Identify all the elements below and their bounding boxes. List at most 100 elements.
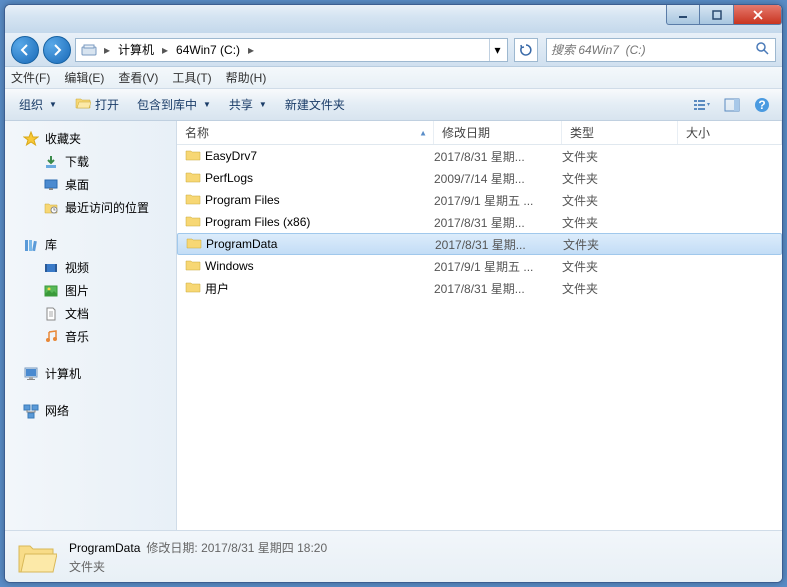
chevron-right-icon[interactable]: ▸ — [100, 43, 114, 57]
address-dropdown[interactable]: ▾ — [489, 39, 505, 61]
file-row[interactable]: Windows2017/9/1 星期五 ...文件夹 — [177, 255, 782, 277]
file-name: PerfLogs — [205, 171, 253, 185]
file-modified: 2017/8/31 星期... — [435, 236, 563, 253]
folder-icon — [185, 170, 201, 187]
file-row[interactable]: Program Files 2017/9/1 星期五 ...文件夹 — [177, 189, 782, 211]
file-type: 文件夹 — [562, 280, 678, 297]
include-library-button[interactable]: 包含到库中▼ — [131, 93, 217, 116]
sidebar-computer[interactable]: 计算机 — [5, 362, 176, 385]
details-type: 文件夹 — [69, 558, 327, 575]
sidebar-computer-label: 计算机 — [45, 365, 81, 382]
preview-pane-button[interactable] — [720, 93, 744, 117]
navigation-pane: 收藏夹 下载 桌面 最近访问的位置 库 视频 图片 文档 音乐 计算机 — [5, 121, 177, 530]
help-button[interactable]: ? — [750, 93, 774, 117]
menu-file[interactable]: 文件(F) — [11, 69, 50, 86]
file-type: 文件夹 — [563, 236, 679, 253]
file-row[interactable]: Program Files (x86) 2017/8/31 星期...文件夹 — [177, 211, 782, 233]
file-name: EasyDrv7 — [205, 149, 257, 163]
column-modified[interactable]: 修改日期 — [434, 121, 562, 144]
recent-icon — [43, 200, 59, 216]
forward-button[interactable] — [43, 36, 71, 64]
menu-view[interactable]: 查看(V) — [118, 69, 158, 86]
menu-edit[interactable]: 编辑(E) — [64, 69, 104, 86]
file-type: 文件夹 — [562, 192, 678, 209]
svg-text:?: ? — [758, 98, 765, 112]
sidebar-favorites[interactable]: 收藏夹 — [5, 127, 176, 150]
details-pane: ProgramData修改日期: 2017/8/31 星期四 18:20 文件夹 — [5, 530, 782, 582]
refresh-button[interactable] — [514, 38, 538, 62]
file-name: Windows — [205, 259, 254, 273]
sort-indicator-icon: ▲ — [419, 128, 427, 137]
folder-icon — [185, 148, 201, 165]
folder-icon — [185, 214, 201, 231]
column-type[interactable]: 类型 — [562, 121, 678, 144]
command-bar: 组织▼ 打开 包含到库中▼ 共享▼ 新建文件夹 ? — [5, 89, 782, 121]
sidebar-item-recent[interactable]: 最近访问的位置 — [5, 196, 176, 219]
file-type: 文件夹 — [562, 170, 678, 187]
menu-help[interactable]: 帮助(H) — [226, 69, 267, 86]
chevron-right-icon[interactable]: ▸ — [244, 43, 258, 57]
close-button[interactable] — [734, 5, 782, 25]
search-box[interactable] — [546, 38, 776, 62]
search-icon[interactable] — [755, 41, 771, 58]
file-row[interactable]: ProgramData 2017/8/31 星期...文件夹 — [177, 233, 782, 255]
sidebar-item-videos[interactable]: 视频 — [5, 256, 176, 279]
folder-icon — [185, 280, 201, 297]
file-modified: 2017/8/31 星期... — [434, 280, 562, 297]
file-modified: 2017/8/31 星期... — [434, 148, 562, 165]
pictures-icon — [43, 283, 59, 299]
explorer-window: ▸ 计算机 ▸ 64Win7 (C:) ▸ ▾ 文件(F) 编辑(E) 查看(V… — [4, 4, 783, 583]
folder-icon — [15, 536, 57, 578]
download-icon — [43, 154, 59, 170]
drive-icon — [80, 41, 98, 59]
menu-bar: 文件(F) 编辑(E) 查看(V) 工具(T) 帮助(H) — [5, 67, 782, 89]
navigation-bar: ▸ 计算机 ▸ 64Win7 (C:) ▸ ▾ — [5, 33, 782, 67]
file-name: Program Files — [205, 193, 280, 207]
video-icon — [43, 260, 59, 276]
breadcrumb-computer[interactable]: 计算机 — [114, 41, 158, 58]
titlebar — [5, 5, 782, 33]
file-list-pane: 名称▲ 修改日期 类型 大小 EasyDrv72017/8/31 星期...文件… — [177, 121, 782, 530]
file-row[interactable]: 用户2017/8/31 星期...文件夹 — [177, 277, 782, 299]
file-list[interactable]: EasyDrv72017/8/31 星期...文件夹PerfLogs2009/7… — [177, 145, 782, 530]
star-icon — [23, 131, 39, 147]
file-modified: 2017/9/1 星期五 ... — [434, 192, 562, 209]
sidebar-item-music[interactable]: 音乐 — [5, 325, 176, 348]
chevron-right-icon[interactable]: ▸ — [158, 43, 172, 57]
libraries-icon — [23, 237, 39, 253]
computer-icon — [23, 366, 39, 382]
new-folder-button[interactable]: 新建文件夹 — [279, 93, 351, 116]
file-name: Program Files (x86) — [205, 215, 310, 229]
maximize-button[interactable] — [700, 5, 734, 25]
folder-icon — [185, 192, 201, 209]
search-input[interactable] — [551, 43, 755, 57]
details-name: ProgramData — [69, 541, 140, 555]
file-name: ProgramData — [206, 237, 277, 251]
share-button[interactable]: 共享▼ — [223, 93, 273, 116]
file-modified: 2017/8/31 星期... — [434, 214, 562, 231]
file-row[interactable]: EasyDrv72017/8/31 星期...文件夹 — [177, 145, 782, 167]
file-row[interactable]: PerfLogs2009/7/14 星期...文件夹 — [177, 167, 782, 189]
column-name[interactable]: 名称▲ — [177, 121, 434, 144]
sidebar-libraries-label: 库 — [45, 236, 57, 253]
breadcrumb-drive[interactable]: 64Win7 (C:) — [172, 43, 244, 57]
sidebar-item-desktop[interactable]: 桌面 — [5, 173, 176, 196]
address-bar[interactable]: ▸ 计算机 ▸ 64Win7 (C:) ▸ ▾ — [75, 38, 508, 62]
sidebar-item-pictures[interactable]: 图片 — [5, 279, 176, 302]
back-button[interactable] — [11, 36, 39, 64]
organize-button[interactable]: 组织▼ — [13, 93, 63, 116]
file-type: 文件夹 — [562, 214, 678, 231]
view-options-button[interactable] — [690, 93, 714, 117]
minimize-button[interactable] — [666, 5, 700, 25]
column-size[interactable]: 大小 — [678, 121, 782, 144]
documents-icon — [43, 306, 59, 322]
open-button[interactable]: 打开 — [69, 93, 125, 116]
sidebar-network[interactable]: 网络 — [5, 399, 176, 422]
folder-icon — [186, 236, 202, 253]
sidebar-item-documents[interactable]: 文档 — [5, 302, 176, 325]
menu-tools[interactable]: 工具(T) — [172, 69, 211, 86]
sidebar-libraries[interactable]: 库 — [5, 233, 176, 256]
sidebar-item-downloads[interactable]: 下载 — [5, 150, 176, 173]
file-type: 文件夹 — [562, 258, 678, 275]
open-icon — [75, 96, 91, 113]
